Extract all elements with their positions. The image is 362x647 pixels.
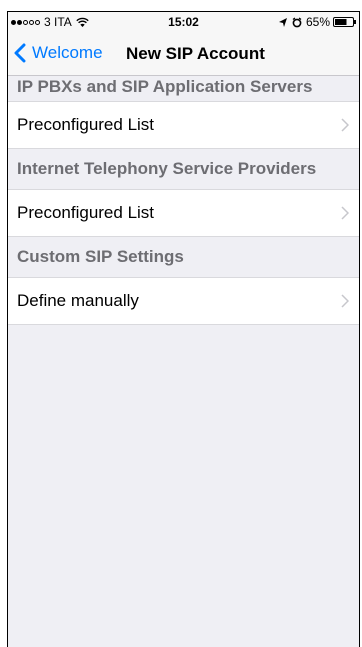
screen: 3 ITA 15:02 65% Welcome New SIP Account … (7, 11, 360, 647)
preconfigured-list-ip-pbx-row[interactable]: Preconfigured List (8, 101, 359, 149)
chevron-left-icon (14, 43, 26, 63)
location-arrow-icon (278, 17, 287, 27)
section-header-itsp: Internet Telephony Service Providers (8, 149, 359, 189)
chevron-right-icon (341, 294, 349, 308)
back-button-label: Welcome (32, 43, 103, 62)
chevron-right-icon (341, 206, 349, 220)
status-bar-right: 65% (278, 15, 357, 29)
battery-percentage: 65% (305, 15, 330, 29)
status-bar: 3 ITA 15:02 65% (8, 12, 359, 32)
alarm-icon (292, 16, 302, 27)
back-button[interactable]: Welcome (14, 43, 103, 63)
battery-icon (333, 17, 356, 27)
device-frame: 3 ITA 15:02 65% Welcome New SIP Account … (0, 0, 362, 647)
define-manually-row[interactable]: Define manually (8, 277, 359, 325)
settings-list: IP PBXs and SIP Application Servers Prec… (8, 77, 359, 325)
navigation-bar: Welcome New SIP Account (8, 32, 359, 76)
row-label: Preconfigured List (17, 203, 155, 222)
section-header-custom-sip: Custom SIP Settings (8, 237, 359, 277)
preconfigured-list-itsp-row[interactable]: Preconfigured List (8, 189, 359, 237)
row-label: Preconfigured List (17, 115, 155, 134)
section-header-ip-pbx: IP PBXs and SIP Application Servers (8, 77, 359, 101)
chevron-right-icon (341, 118, 349, 132)
row-label: Define manually (17, 291, 139, 310)
page-title: New SIP Account (126, 44, 265, 63)
